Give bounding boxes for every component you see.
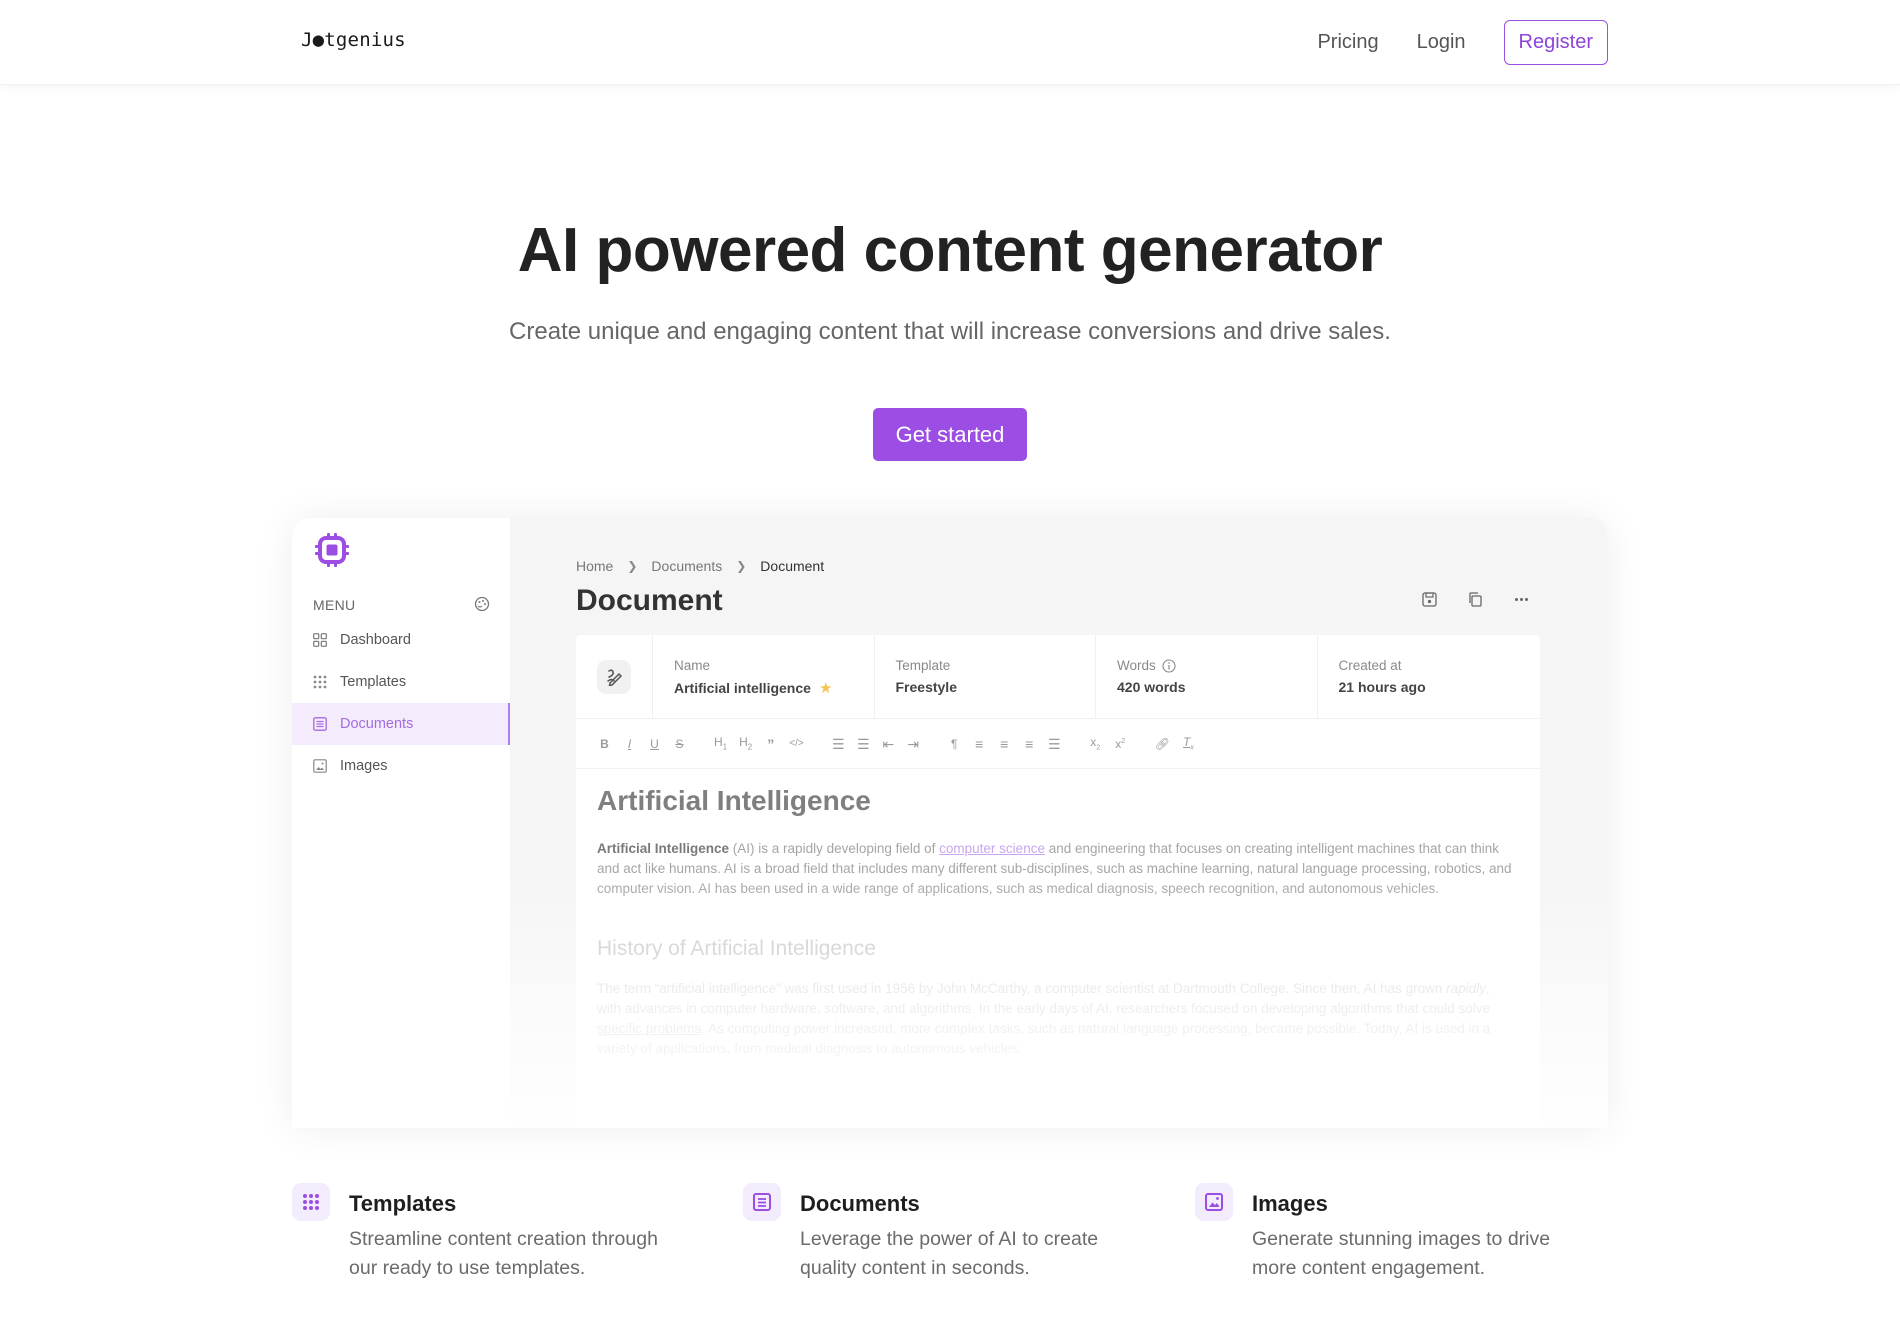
heading1-button[interactable]: H1 [714,736,727,751]
image-icon [312,758,328,774]
hero-subtitle: Create unique and engaging content that … [509,318,1391,345]
feature-title: Templates [349,1191,457,1216]
edit-pencil-icon[interactable] [597,660,631,694]
feature-title: Images [1252,1191,1328,1216]
star-icon[interactable]: ★ [819,679,832,697]
breadcrumb-documents[interactable]: Documents [651,558,722,574]
sidebar-item-label: Dashboard [340,632,411,648]
sidebar-item-label: Templates [340,674,407,690]
grid-dots-icon [312,674,328,690]
link-icon[interactable]: 🔗︎ [1155,738,1170,750]
italic-button[interactable]: I [623,738,636,750]
document-meta: Name Artificial intelligence ★ Template … [576,635,1540,719]
feature-description: Generate stunning images to drive more c… [1252,1228,1551,1279]
meta-created: Created at 21 hours ago [1338,658,1426,695]
app-preview-screenshot: MENU Dashboard Templates Documents Image… [292,518,1608,1128]
feature-description: Leverage the power of AI to create quali… [800,1228,1099,1279]
dashboard-icon [312,632,328,648]
bullet-list-button[interactable]: ☰ [857,737,870,751]
content-paragraph: The term “artificial intelligence” was f… [597,981,1491,1056]
info-icon[interactable] [1162,658,1176,673]
feature-description: Streamline content creation through our … [349,1228,658,1279]
align-center-button[interactable]: ≡ [998,737,1011,751]
register-button[interactable]: Register [1503,20,1608,65]
document-icon [312,716,328,732]
quote-button[interactable]: ” [764,737,777,751]
breadcrumb-current: Document [760,558,825,574]
document-card: Name Artificial intelligence ★ Template … [576,635,1540,1128]
document-content[interactable]: Artificial Intelligence Artificial Intel… [597,785,1517,1059]
code-button[interactable]: </> [789,738,803,749]
meta-words: Words 420 words [1096,635,1318,719]
subscript-button[interactable]: x2 [1089,736,1102,752]
grid-dots-icon [292,1183,330,1221]
brand-logo[interactable]: J●tgenius [301,29,406,51]
app-sidebar: MENU Dashboard Templates Documents Image… [292,518,510,1128]
specific-problems-link[interactable]: specific problems [597,1021,701,1036]
app-main: Home ❯ Documents ❯ Document Document Nam… [510,518,1608,1128]
align-right-button[interactable]: ≡ [1023,737,1036,751]
chevron-right-icon: ❯ [736,559,747,573]
feature-title: Documents [800,1191,920,1216]
strikethrough-button[interactable]: S [673,738,686,750]
chip-logo-icon [315,533,349,567]
get-started-button[interactable]: Get started [873,408,1027,461]
copy-icon[interactable] [1466,590,1484,608]
palette-icon[interactable] [474,596,490,612]
underline-button[interactable]: U [648,738,661,750]
document-icon [743,1183,781,1221]
image-icon [1195,1183,1233,1221]
sidebar-item-documents[interactable]: Documents [292,703,510,745]
superscript-button[interactable]: x2 [1114,738,1127,750]
indent-button[interactable]: ⇥ [907,737,920,751]
nav-links: Pricing Login Register [1317,20,1608,65]
justify-button[interactable]: ☰ [1048,737,1061,751]
page-title: Document [576,584,723,617]
breadcrumb-home[interactable]: Home [576,558,613,574]
sidebar-item-dashboard[interactable]: Dashboard [292,619,510,661]
outdent-button[interactable]: ⇤ [882,737,895,751]
computer-science-link[interactable]: computer science [939,841,1045,856]
meta-template: Template Freestyle [875,635,1096,719]
sidebar-item-label: Documents [340,716,414,732]
menu-label: MENU [313,597,356,613]
sidebar-item-images[interactable]: Images [292,745,510,787]
sidebar-item-label: Images [340,758,388,774]
content-heading: Artificial Intelligence [597,785,871,816]
top-navbar: J●tgenius Pricing Login Register [0,0,1900,85]
hero-title: AI powered content generator [517,216,1383,285]
sidebar-item-templates[interactable]: Templates [292,661,510,703]
clear-format-button[interactable]: Tx [1182,736,1195,752]
align-left-button[interactable]: ≡ [973,737,986,751]
chevron-right-icon: ❯ [627,559,638,573]
more-icon[interactable] [1512,590,1530,608]
ordered-list-button[interactable]: ☰ [832,737,845,751]
save-icon[interactable] [1420,590,1438,608]
document-name: Artificial intelligence [674,680,811,696]
heading2-button[interactable]: H2 [739,736,752,751]
text-direction-button[interactable]: ¶ [948,738,961,750]
nav-pricing-link[interactable]: Pricing [1317,31,1378,54]
breadcrumb: Home ❯ Documents ❯ Document [576,558,824,574]
editor-toolbar: B I U S H1 H2 ” </> ☰ ☰ ⇤ ⇥ ¶ ≡ ≡ ≡ ☰ x2… [576,719,1540,769]
content-paragraph: Artificial Intelligence (AI) is a rapidl… [597,841,1512,896]
bold-button[interactable]: B [598,738,611,750]
nav-login-link[interactable]: Login [1417,31,1466,54]
content-subheading: History of Artificial Intelligence [597,937,876,960]
document-actions [1420,590,1530,608]
meta-name: Name Artificial intelligence ★ [653,635,875,719]
